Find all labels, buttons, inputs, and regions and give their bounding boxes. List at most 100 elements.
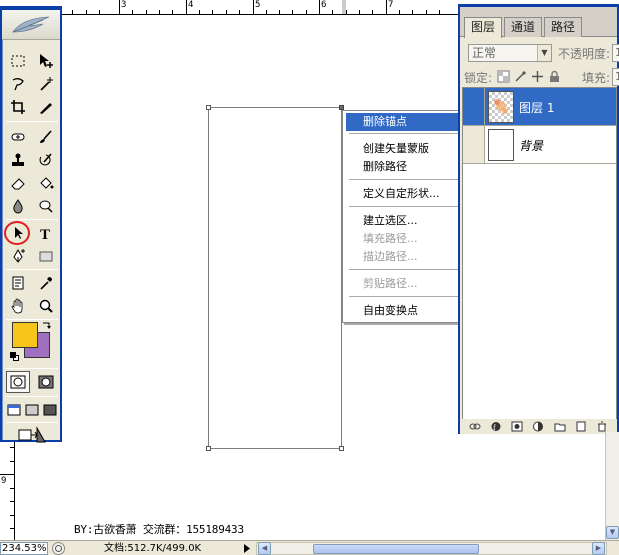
lock-image-icon[interactable] [514,70,527,83]
layers-footer-toolbar: f [460,419,617,434]
tab-paths[interactable]: 路径 [544,17,583,37]
move-tool-icon[interactable] [34,50,58,72]
chevron-down-icon: ▼ [537,45,551,61]
scroll-right-icon[interactable]: ▶ [592,542,605,555]
lock-transparent-icon[interactable] [497,70,510,83]
ruler-label: 5 [255,0,261,10]
scroll-left-icon[interactable]: ◀ [258,542,271,555]
color-swatches [10,322,54,364]
paint-bucket-tool-icon[interactable] [34,172,58,194]
menu-separator [349,269,471,270]
hand-tool-icon[interactable] [6,295,30,317]
anchor-point[interactable] [206,105,211,110]
anchor-point[interactable] [206,446,211,451]
clone-stamp-tool-icon[interactable] [6,149,30,171]
horizontal-scroll-thumb[interactable] [313,544,479,554]
magic-wand-tool-icon[interactable] [34,73,58,95]
layer-name: 背景 [519,139,544,153]
fill-label: 填充: [582,71,611,85]
vertical-scrollbar[interactable]: ▼ [605,432,619,540]
dodge-tool-icon[interactable] [34,195,58,217]
anchor-point[interactable] [339,446,344,451]
menu-separator [349,296,471,297]
menu-item-free-transform-points[interactable]: 自由变换点 [346,302,474,320]
history-brush-tool-icon[interactable] [34,149,58,171]
menu-separator [349,133,471,134]
lock-position-icon[interactable] [531,70,544,83]
menu-item-make-selection[interactable]: 建立选区... [346,212,474,230]
screen-mode-icon[interactable] [6,399,22,421]
menu-item-fill-path[interactable]: 填充路径... [346,230,474,248]
pen-tool-icon[interactable] [6,245,30,267]
ruler-label: 4 [188,0,194,10]
path-selection-tool-icon[interactable] [4,221,30,245]
layers-list: 图层 1 背景 [462,87,617,421]
link-layers-icon[interactable] [469,421,481,432]
layer-row[interactable]: 背景 [463,126,616,164]
menu-item-delete-anchor-point[interactable]: 删除锚点 [346,113,474,131]
full-screen-menu-mode-icon[interactable] [24,399,40,421]
lock-label: 锁定: [464,71,493,85]
path-rectangle[interactable] [208,107,342,449]
crop-tool-icon[interactable] [6,96,30,118]
healing-brush-tool-icon[interactable] [6,126,30,148]
notes-tool-icon[interactable] [6,272,30,294]
default-colors-icon[interactable] [10,352,20,362]
new-group-icon[interactable] [554,421,566,432]
credit-text: BY:古欲香萧 交流群：155189433 [74,523,244,536]
status-menu-icon[interactable] [52,542,65,555]
adjustment-layer-icon[interactable] [532,421,544,432]
menu-item-stroke-path[interactable]: 描边路径... [346,248,474,266]
layer-style-icon[interactable]: f [490,421,502,432]
scroll-down-icon[interactable]: ▼ [606,526,619,539]
menu-item-clipping-path[interactable]: 剪贴路径... [346,275,474,293]
ruler-label: 7 [388,0,394,10]
status-options-arrow-icon[interactable] [242,543,252,554]
feather-logo-icon[interactable] [2,10,60,40]
brush-tool-icon[interactable] [34,126,58,148]
menu-item-make-vector-mask[interactable]: 创建矢量蒙版 [346,140,474,158]
rectangle-tool-icon[interactable] [34,245,58,267]
fill-input[interactable]: 1 [612,68,619,86]
visibility-toggle[interactable] [463,126,485,163]
eraser-tool-icon[interactable] [6,172,30,194]
foreground-color-swatch[interactable] [12,322,38,348]
tab-channels[interactable]: 通道 [504,17,543,37]
jump-to-imageready-icon[interactable] [12,424,52,446]
tab-layers[interactable]: 图层 [464,17,503,38]
add-mask-icon[interactable] [511,421,523,432]
menu-separator [349,206,471,207]
menu-separator [349,179,471,180]
new-layer-icon[interactable] [575,421,587,432]
layer-name: 图层 1 [519,101,555,115]
layers-palette: 图层 通道 路径 正常 ▼ 不透明度: 1 锁定: 填充: 1 图层 1 背景 … [458,4,619,434]
delete-layer-icon[interactable] [596,421,608,432]
zoom-tool-icon[interactable] [34,295,58,317]
quick-mask-mode-icon[interactable] [34,371,58,393]
ruler-label: 3 [121,0,127,10]
menu-item-define-custom-shape[interactable]: 定义自定形状... [346,185,474,203]
lock-all-icon[interactable] [548,70,561,83]
horizontal-scrollbar[interactable]: ◀ ▶ [256,542,607,555]
tools-palette: T [0,6,62,443]
lasso-tool-icon[interactable] [6,73,30,95]
blend-mode-value: 正常 [472,46,497,60]
ruler-label: 9 [1,476,7,486]
visibility-toggle[interactable] [463,88,485,125]
opacity-input[interactable]: 1 [612,44,619,62]
blur-tool-icon[interactable] [6,195,30,217]
layer-thumbnail [488,129,514,161]
blend-mode-select[interactable]: 正常 ▼ [468,44,552,62]
menu-item-delete-path[interactable]: 删除路径 [346,158,474,176]
standard-mode-icon[interactable] [6,371,30,393]
type-tool-icon[interactable]: T [34,222,58,244]
full-screen-mode-icon[interactable] [42,399,58,421]
slice-tool-icon[interactable] [34,96,58,118]
eyedropper-tool-icon[interactable] [34,272,58,294]
marquee-tool-icon[interactable] [6,50,30,72]
selected-tool-highlight [4,221,30,245]
layer-row[interactable]: 图层 1 [463,88,616,126]
zoom-level-input[interactable]: 234.53% [0,542,48,555]
swap-colors-icon[interactable] [42,320,52,330]
ruler-label: 6 [321,0,327,10]
